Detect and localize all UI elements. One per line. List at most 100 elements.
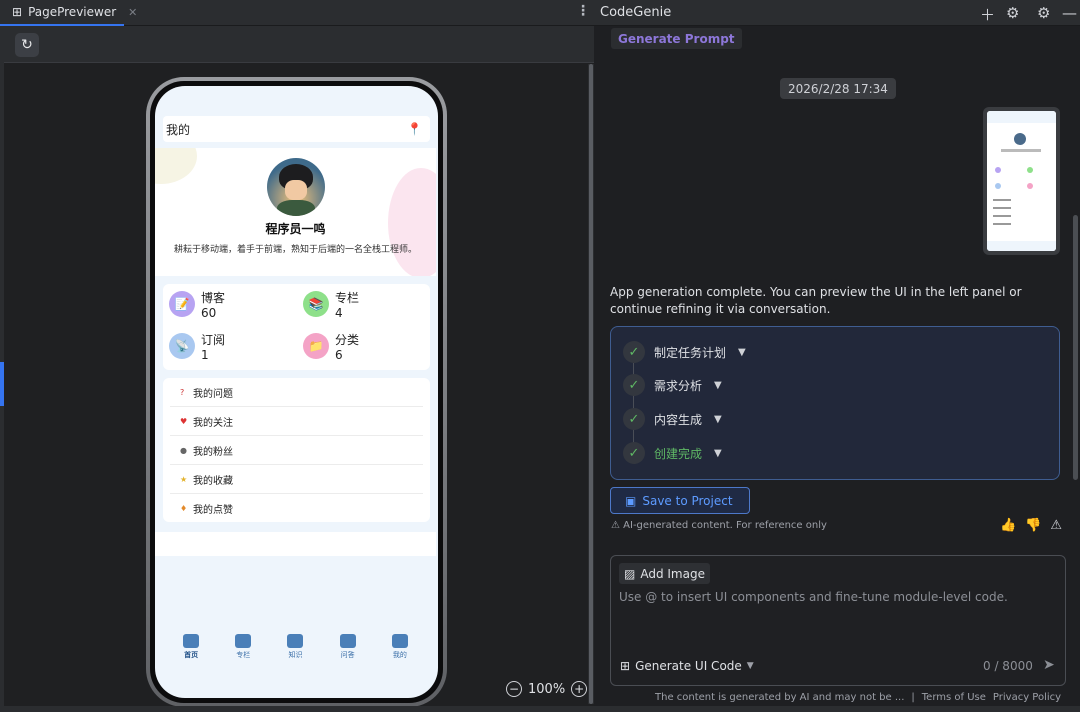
tab-knowledge[interactable]: 知识 [275,634,315,674]
tab-page-previewer[interactable]: ⊞ PagePreviewer ✕ [0,0,137,26]
step-item[interactable]: ✓ 创建完成 ▼ [623,442,722,464]
step-item[interactable]: ✓ 制定任务计划 ▼ [623,341,746,363]
check-icon: ✓ [623,408,645,430]
list-item[interactable]: ? 我的问题 [170,378,423,407]
app-header: 我的 📍 [163,116,430,142]
stat-label: 分类 [335,333,360,347]
footer-divider: | [911,692,915,703]
stat-label: 订阅 [201,333,226,347]
thumbs-down-icon[interactable]: 👎 [1025,518,1041,533]
stat-blog[interactable]: 📝 博客 60 [169,291,225,321]
stat-category[interactable]: 📁 分类 6 [303,333,359,363]
tab-column[interactable]: 专栏 [223,634,263,674]
progress-steps: ✓ 制定任务计划 ▼ ✓ 需求分析 ▼ ✓ 内容生成 ▼ ✓ 创建完成 ▼ [610,326,1060,480]
chevron-down-icon: ▼ [714,447,722,459]
pin-icon[interactable]: 📍 [407,122,422,136]
privacy-link[interactable]: Privacy Policy [993,692,1061,703]
mode-selector[interactable]: ⊞ Generate UI Code ▼ [620,659,754,673]
add-image-button[interactable]: ▨ Add Image [619,563,710,584]
warning-icon: ⚠ [611,520,624,531]
refresh-icon: ↻ [21,37,33,53]
report-icon[interactable]: ⚠ [1050,518,1062,533]
stat-label: 专栏 [335,291,360,305]
minimize-icon[interactable]: — [1062,4,1077,22]
chevron-down-icon: ▼ [746,661,754,671]
chevron-down-icon: ▼ [738,346,746,358]
terms-link[interactable]: Terms of Use [922,692,986,703]
stat-value: 1 [201,348,209,362]
ai-disclaimer: ⚠ AI-generated content. For reference on… [611,520,827,531]
stats-card: 📝 博客 60 📚 专栏 4 📡 订阅 1 📁 分类 6 [163,284,430,370]
step-item[interactable]: ✓ 需求分析 ▼ [623,374,722,396]
books-icon: 📚 [303,291,329,317]
profile-name: 程序员一鸣 [265,222,326,236]
list-item[interactable]: ● 我的粉丝 [170,436,423,465]
char-counter: 0 / 8000 [983,659,1033,673]
add-icon[interactable]: ＋ [980,4,995,25]
save-button-label: Save to Project [642,493,733,508]
panel-title: CodeGenie [600,5,672,20]
assistant-message: App generation complete. You can preview… [610,285,1022,316]
settings-icon[interactable]: ⚙ [1006,4,1019,22]
tab-label: 首页 [184,651,199,659]
refresh-button[interactable]: ↻ [15,33,39,57]
tab-home[interactable]: 首页 [171,634,211,674]
stat-subscribe[interactable]: 📡 订阅 1 [169,333,225,363]
status-bar [0,706,1080,712]
gear-icon[interactable]: ⚙ [1037,4,1050,22]
image-icon: ▨ [624,566,636,581]
more-options-icon[interactable]: ⋮ [576,3,590,19]
spacer-bar [155,532,436,556]
list-item-label: 我的关注 [193,417,233,429]
grid-icon: ⊞ [620,659,631,673]
list-item[interactable]: ♥ 我的关注 [170,407,423,436]
step-label: 创建完成 [654,446,703,461]
profile-bio: 耕耘于移动端，着手于前端，熟知于后端的一名全栈工程师。 [173,245,417,255]
tab-mine[interactable]: 我的 [380,634,420,674]
thumb-icon: ♦ [180,504,188,513]
thumbs-up-icon[interactable]: 👍 [1000,518,1016,533]
app-header-title: 我的 [166,122,191,137]
satellite-icon: 📡 [169,333,195,359]
zoom-in-button[interactable]: + [571,681,588,697]
footer-note: The content is generated by AI and may n… [655,692,905,703]
check-icon: ✓ [623,374,645,396]
stat-column[interactable]: 📚 专栏 4 [303,291,359,321]
panel-scrollbar[interactable] [588,64,594,704]
tab-qa[interactable]: 问答 [328,634,368,674]
tab-label: 知识 [288,651,303,659]
grid-icon: ⊞ [12,5,23,19]
disclaimer-text: AI-generated content. For reference only [623,520,827,531]
check-icon: ✓ [623,442,645,464]
zoom-level: 100% [528,681,566,697]
folder-icon: 📁 [303,333,329,359]
list-item-label: 我的粉丝 [193,446,233,458]
bottom-tab-bar: 首页 专栏 知识 问答 我的 [155,634,436,674]
chat-input-placeholder[interactable]: Use @ to insert UI components and fine-t… [619,590,1008,604]
avatar[interactable] [267,158,325,216]
zoom-out-button[interactable]: − [506,681,522,697]
check-icon: ✓ [623,341,645,363]
step-label: 制定任务计划 [654,345,727,360]
close-icon[interactable]: ✕ [128,6,137,19]
list-item[interactable]: ★ 我的收藏 [170,465,423,494]
screenshot-thumbnail[interactable] [983,107,1060,255]
profile-card: 程序员一鸣 耕耘于移动端，着手于前端，熟知于后端的一名全栈工程师。 [155,148,436,276]
list-item-label: 我的收藏 [193,475,233,487]
phone-screen: 我的 📍 程序员一鸣 耕耘于移动端，着手于前端，熟知于后端的一名全栈工程师。 📝… [155,86,438,698]
tab-label: 问答 [340,651,355,659]
chat-scrollbar[interactable] [1073,215,1078,480]
save-icon: ▣ [625,493,637,508]
save-to-project-button[interactable]: ▣ Save to Project [610,487,750,514]
preview-toolbar [4,26,594,63]
book-icon [287,634,304,648]
step-label: 内容生成 [654,412,703,427]
step-item[interactable]: ✓ 内容生成 ▼ [623,408,722,430]
chevron-down-icon: ▼ [714,379,722,391]
feedback-buttons: 👍 👎 ⚠ [1000,518,1062,533]
list-item[interactable]: ♦ 我的点赞 [170,494,423,523]
add-box-icon [339,634,356,648]
generate-prompt-button[interactable]: Generate Prompt [611,28,742,49]
list-item-label: 我的点赞 [193,505,233,516]
send-icon[interactable]: ➤ [1043,657,1055,673]
